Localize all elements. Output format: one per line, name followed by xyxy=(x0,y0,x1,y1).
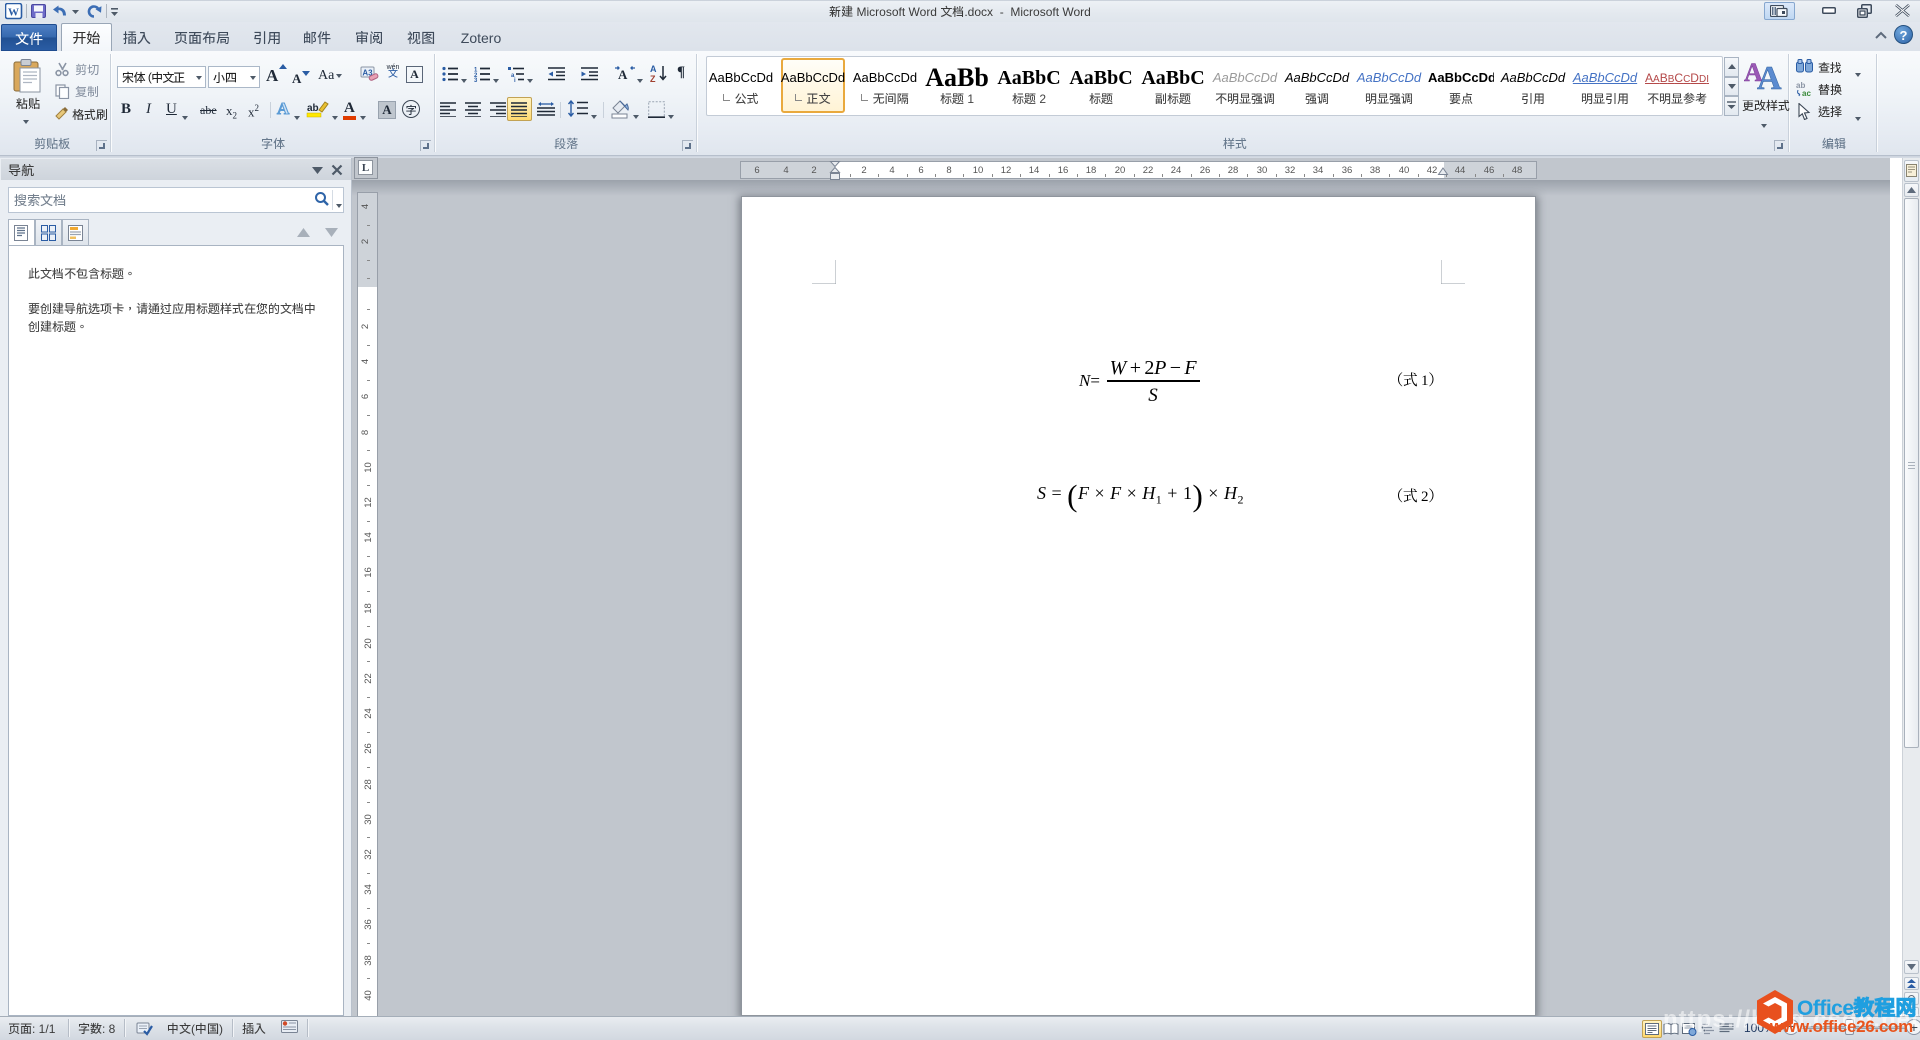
svg-text:A: A xyxy=(650,64,657,74)
svg-text:ac: ac xyxy=(1802,89,1811,97)
svg-text:W: W xyxy=(8,7,19,19)
svg-text:A: A xyxy=(618,67,628,82)
svg-text:i: i xyxy=(514,78,516,82)
svg-text:3: 3 xyxy=(474,78,478,82)
svg-text:ab: ab xyxy=(307,103,319,114)
svg-text:Z: Z xyxy=(650,74,656,83)
